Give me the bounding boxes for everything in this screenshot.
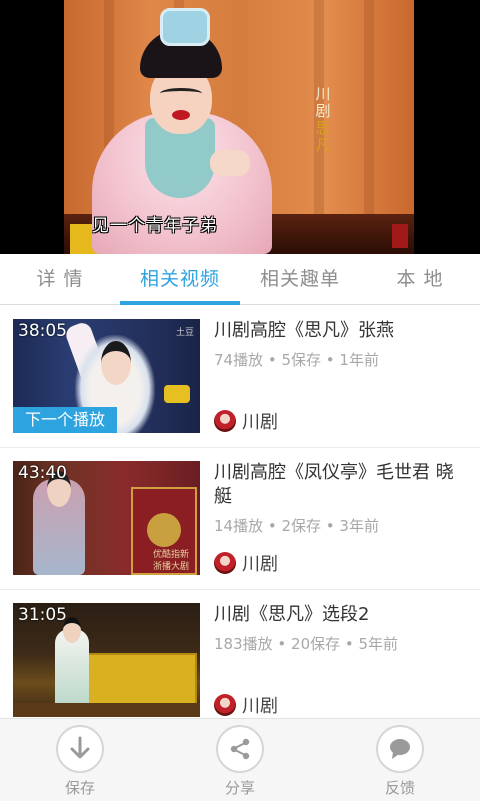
video-duration: 43:40 (18, 463, 67, 483)
thumbnail-stage-floor (13, 703, 200, 717)
share-button[interactable]: 分享 (200, 725, 280, 798)
save-count: 20保存 (291, 635, 341, 653)
video-title[interactable]: 川剧高腔《思凡》张燕 (214, 319, 466, 343)
author-name: 川剧 (242, 696, 278, 717)
upload-age: 1年前 (339, 351, 379, 369)
performer-lips (172, 110, 190, 120)
video-title[interactable]: 川剧《思凡》选段2 (214, 603, 466, 627)
feedback-button[interactable]: 反馈 (360, 725, 440, 798)
video-thumbnail[interactable]: 土豆 38:05 下一个播放 (13, 319, 200, 433)
save-button[interactable]: 保存 (40, 725, 120, 798)
play-count: 14播放 (214, 517, 264, 535)
stage-prop (392, 224, 408, 248)
performer-crown (160, 8, 210, 46)
meta-separator: • (321, 351, 340, 369)
next-play-badge: 下一个播放 (13, 407, 117, 433)
video-player[interactable]: 川 剧 思 凡 见一个青年子弟 (0, 0, 480, 254)
vertical-title-char: 剧 (315, 102, 331, 120)
tab-details[interactable]: 详 情 (0, 254, 120, 304)
play-count: 74播放 (214, 351, 264, 369)
video-thumbnail[interactable]: 优酷指新 浙播大剧 43:40 (13, 461, 200, 575)
save-count: 2保存 (281, 517, 322, 535)
feedback-label: 反馈 (384, 779, 415, 797)
save-label: 保存 (64, 779, 95, 797)
thumbnail-backdrop-emblem (147, 513, 181, 547)
author-name: 川剧 (242, 554, 278, 575)
play-count: 183播放 (214, 635, 273, 653)
video-author[interactable]: 川剧 (214, 693, 278, 717)
tab-local[interactable]: 本 地 (360, 254, 480, 304)
meta-separator: • (263, 517, 282, 535)
video-thumbnail[interactable]: 31:05 (13, 603, 200, 717)
video-meta: 74播放 • 5保存 • 1年前 (214, 349, 379, 370)
author-name: 川剧 (242, 412, 278, 433)
share-icon (216, 725, 264, 773)
vertical-title-char: 川 (315, 85, 331, 103)
list-item[interactable]: 土豆 38:05 下一个播放 川剧高腔《思凡》张燕 74播放 • 5保存 • 1… (0, 305, 480, 448)
upload-age: 3年前 (339, 517, 379, 535)
thumbnail-watermark: 浙播大剧 (153, 562, 190, 572)
performer-eyes (160, 88, 202, 99)
thumbnail-prop (164, 385, 190, 403)
vertical-title-char: 凡 (315, 136, 331, 154)
meta-separator: • (263, 351, 282, 369)
list-item[interactable]: 31:05 川剧《思凡》选段2 183播放 • 20保存 • 5年前 川剧 (0, 589, 480, 717)
meta-separator: • (321, 517, 340, 535)
video-meta: 183播放 • 20保存 • 5年前 (214, 633, 398, 654)
video-subtitle: 见一个青年子弟 (92, 216, 218, 236)
avatar (214, 410, 236, 432)
video-duration: 31:05 (18, 605, 67, 625)
tab-related-lists[interactable]: 相关趣单 (240, 254, 360, 304)
meta-separator: • (272, 635, 292, 653)
video-meta: 14播放 • 2保存 • 3年前 (214, 515, 379, 536)
download-icon (56, 725, 104, 773)
share-label: 分享 (224, 779, 255, 797)
upload-age: 5年前 (358, 635, 399, 653)
bottom-action-bar: 保存 分享 反馈 (0, 718, 480, 801)
video-title[interactable]: 川剧高腔《凤仪亭》毛世君 晓艇 (214, 461, 466, 509)
video-author[interactable]: 川剧 (214, 551, 278, 575)
chat-bubble-icon (376, 725, 424, 773)
tab-related-videos[interactable]: 相关视频 (120, 254, 240, 305)
meta-separator: • (340, 635, 359, 653)
thumbnail-figure-head (101, 341, 131, 385)
related-video-list: 土豆 38:05 下一个播放 川剧高腔《思凡》张燕 74播放 • 5保存 • 1… (0, 305, 480, 717)
video-vertical-title: 川 剧 思 凡 (312, 86, 334, 154)
avatar (214, 694, 236, 716)
vertical-title-char: 思 (315, 119, 331, 137)
thumbnail-stage-table (73, 653, 197, 705)
performer-hand (210, 150, 250, 176)
video-duration: 38:05 (18, 321, 67, 341)
video-author[interactable]: 川剧 (214, 409, 278, 433)
save-count: 5保存 (281, 351, 322, 369)
tab-bar: 详 情 相关视频 相关趣单 本 地 (0, 254, 480, 305)
thumbnail-watermark: 土豆 (175, 328, 194, 338)
avatar (214, 552, 236, 574)
list-item[interactable]: 优酷指新 浙播大剧 43:40 川剧高腔《凤仪亭》毛世君 晓艇 14播放 • 2… (0, 447, 480, 590)
